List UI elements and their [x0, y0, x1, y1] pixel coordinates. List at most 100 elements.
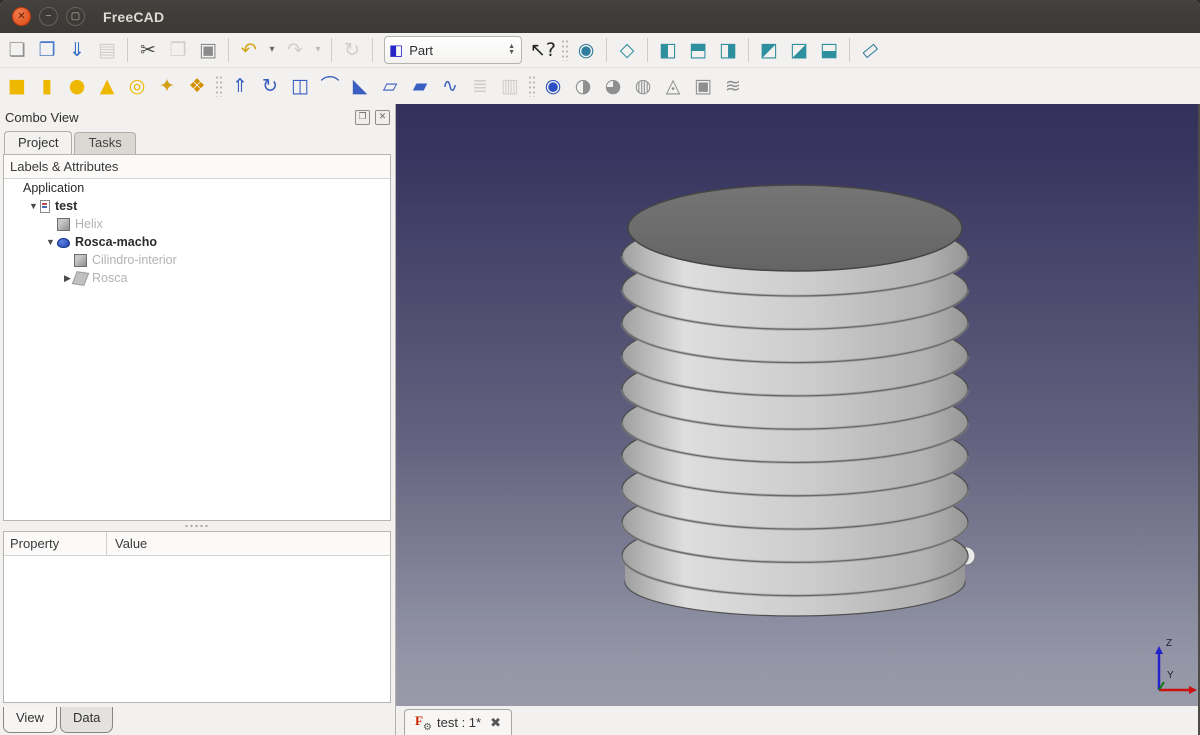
- open-icon: ❒: [38, 41, 55, 60]
- view-bottom-icon: ⬓: [820, 41, 838, 60]
- measure-distance-button[interactable]: ▭: [856, 36, 884, 64]
- union-button[interactable]: ◕: [599, 72, 627, 100]
- loft-button: ≣: [466, 72, 494, 100]
- cylinder-button[interactable]: ▮: [33, 72, 61, 100]
- view-top-button[interactable]: ⬒: [684, 36, 712, 64]
- sweep-button[interactable]: ∿: [436, 72, 464, 100]
- fit-all-button[interactable]: ◉: [572, 36, 600, 64]
- common-button[interactable]: ◍: [629, 72, 657, 100]
- value-column-header[interactable]: Value: [107, 532, 147, 555]
- window-minimize-button[interactable]: −: [39, 7, 58, 26]
- tab-data[interactable]: Data: [60, 707, 113, 733]
- view-right-button[interactable]: ◨: [714, 36, 742, 64]
- refine-shape-button[interactable]: ≋: [719, 72, 747, 100]
- undo-icon: ↶: [241, 41, 257, 60]
- check-geometry-button[interactable]: ◬: [659, 72, 687, 100]
- make-face-button[interactable]: ▰: [406, 72, 434, 100]
- model-tree: Labels & Attributes Application▼testHeli…: [3, 154, 391, 521]
- part-cube-icon: ◧: [389, 41, 403, 59]
- paste-button[interactable]: ▣: [194, 36, 222, 64]
- undo-button[interactable]: ↶: [235, 36, 263, 64]
- toolbar-grip[interactable]: [528, 75, 535, 97]
- cube-gray-icon: [57, 218, 70, 231]
- chamfer-button[interactable]: ◣: [346, 72, 374, 100]
- refine-shape-icon: ≋: [725, 77, 741, 96]
- dropdown-button: ▾: [311, 36, 325, 64]
- cut-button[interactable]: ✂: [134, 36, 162, 64]
- whats-this-button[interactable]: ↖?: [529, 36, 557, 64]
- window-maximize-button[interactable]: ▢: [66, 7, 85, 26]
- defeaturing-button[interactable]: ▣: [689, 72, 717, 100]
- tree-item-cilindro-interior[interactable]: Cilindro-interior: [4, 251, 390, 269]
- loft-icon: ≣: [472, 77, 488, 96]
- view-front-icon: ◧: [659, 41, 677, 60]
- common-icon: ◍: [635, 77, 652, 96]
- offset-button: ▥: [496, 72, 524, 100]
- freecad-doc-icon: F⚙: [415, 715, 430, 730]
- save-button[interactable]: ⇓: [63, 36, 91, 64]
- revolve-button[interactable]: ↻: [256, 72, 284, 100]
- tree-item-test[interactable]: ▼test: [4, 197, 390, 215]
- property-column-header[interactable]: Property: [4, 532, 107, 555]
- workbench-spinner-icon[interactable]: ▲▼: [508, 44, 517, 55]
- refresh-icon: ↻: [344, 41, 360, 60]
- sphere-button[interactable]: ●: [63, 72, 91, 100]
- create-primitives-button[interactable]: ✦: [153, 72, 181, 100]
- toolbar-separator: [331, 38, 332, 62]
- check-geometry-icon: ◬: [666, 77, 681, 96]
- box-button[interactable]: ■: [3, 72, 31, 100]
- redo-button: ↷: [281, 36, 309, 64]
- toolbar-grip[interactable]: [215, 75, 222, 97]
- view-bottom-button[interactable]: ⬓: [815, 36, 843, 64]
- torus-button[interactable]: ◎: [123, 72, 151, 100]
- tab-tasks[interactable]: Tasks: [74, 132, 135, 154]
- expander-open-icon[interactable]: ▼: [44, 237, 57, 247]
- cut-boolean-button[interactable]: ◑: [569, 72, 597, 100]
- tree-item-rosca[interactable]: ▶Rosca: [4, 269, 390, 287]
- shape-builder-icon: ❖: [188, 77, 205, 96]
- dropdown-icon: ▾: [315, 45, 320, 55]
- document-tab[interactable]: F⚙ test : 1* ✖: [404, 709, 512, 735]
- toolbar-grip[interactable]: [561, 39, 568, 61]
- mdi-tab-bar: F⚙ test : 1* ✖: [396, 705, 1198, 735]
- extrude-button[interactable]: ⇑: [226, 72, 254, 100]
- title-bar: ✕ − ▢ FreeCAD: [0, 0, 1200, 34]
- open-button[interactable]: ❒: [33, 36, 61, 64]
- tree-item-application[interactable]: Application: [4, 179, 390, 197]
- dropdown-button[interactable]: ▾: [265, 36, 279, 64]
- ruled-surface-button[interactable]: ▱: [376, 72, 404, 100]
- copy-icon: ❐: [169, 41, 186, 60]
- view-front-button[interactable]: ◧: [654, 36, 682, 64]
- toolbar-separator: [748, 38, 749, 62]
- box-icon: ■: [8, 77, 26, 96]
- tree-item-rosca-macho[interactable]: ▼Rosca-macho: [4, 233, 390, 251]
- freecad-window: ✕ − ▢ FreeCAD ❏❒⇓▤✂❐▣↶▾↷▾↻◧Part▲▼↖?◉◇◧⬒◨…: [0, 0, 1200, 735]
- mirror-button[interactable]: ◫: [286, 72, 314, 100]
- shape-builder-button[interactable]: ❖: [183, 72, 211, 100]
- boolean-button[interactable]: ◉: [539, 72, 567, 100]
- document-icon: [40, 200, 50, 213]
- fillet-button[interactable]: ⌒: [316, 72, 344, 100]
- axonometric-button[interactable]: ◇: [613, 36, 641, 64]
- tree-item-helix[interactable]: Helix: [4, 215, 390, 233]
- cut-icon: ✂: [140, 41, 156, 60]
- window-close-button[interactable]: ✕: [12, 7, 31, 26]
- tab-project[interactable]: Project: [4, 131, 72, 154]
- panel-splitter[interactable]: [3, 521, 391, 531]
- panel-close-icon[interactable]: ✕: [375, 110, 390, 125]
- cone-button[interactable]: ▲: [93, 72, 121, 100]
- copy-button: ❐: [164, 36, 192, 64]
- view-rear-button[interactable]: ◩: [755, 36, 783, 64]
- tab-view[interactable]: View: [3, 707, 57, 733]
- expander-open-icon[interactable]: ▼: [27, 201, 40, 211]
- workbench-selector[interactable]: ◧Part▲▼: [384, 36, 522, 64]
- panel-float-icon[interactable]: ❐: [355, 110, 370, 125]
- 3d-viewport[interactable]: ZYX: [396, 104, 1198, 706]
- new-document-button[interactable]: ❏: [3, 36, 31, 64]
- sweep-icon: ∿: [442, 77, 458, 96]
- save-icon: ⇓: [69, 41, 85, 60]
- sphere-icon: ●: [69, 77, 86, 96]
- view-left-button[interactable]: ◪: [785, 36, 813, 64]
- union-icon: ◕: [605, 77, 622, 96]
- tab-close-icon[interactable]: ✖: [490, 715, 501, 731]
